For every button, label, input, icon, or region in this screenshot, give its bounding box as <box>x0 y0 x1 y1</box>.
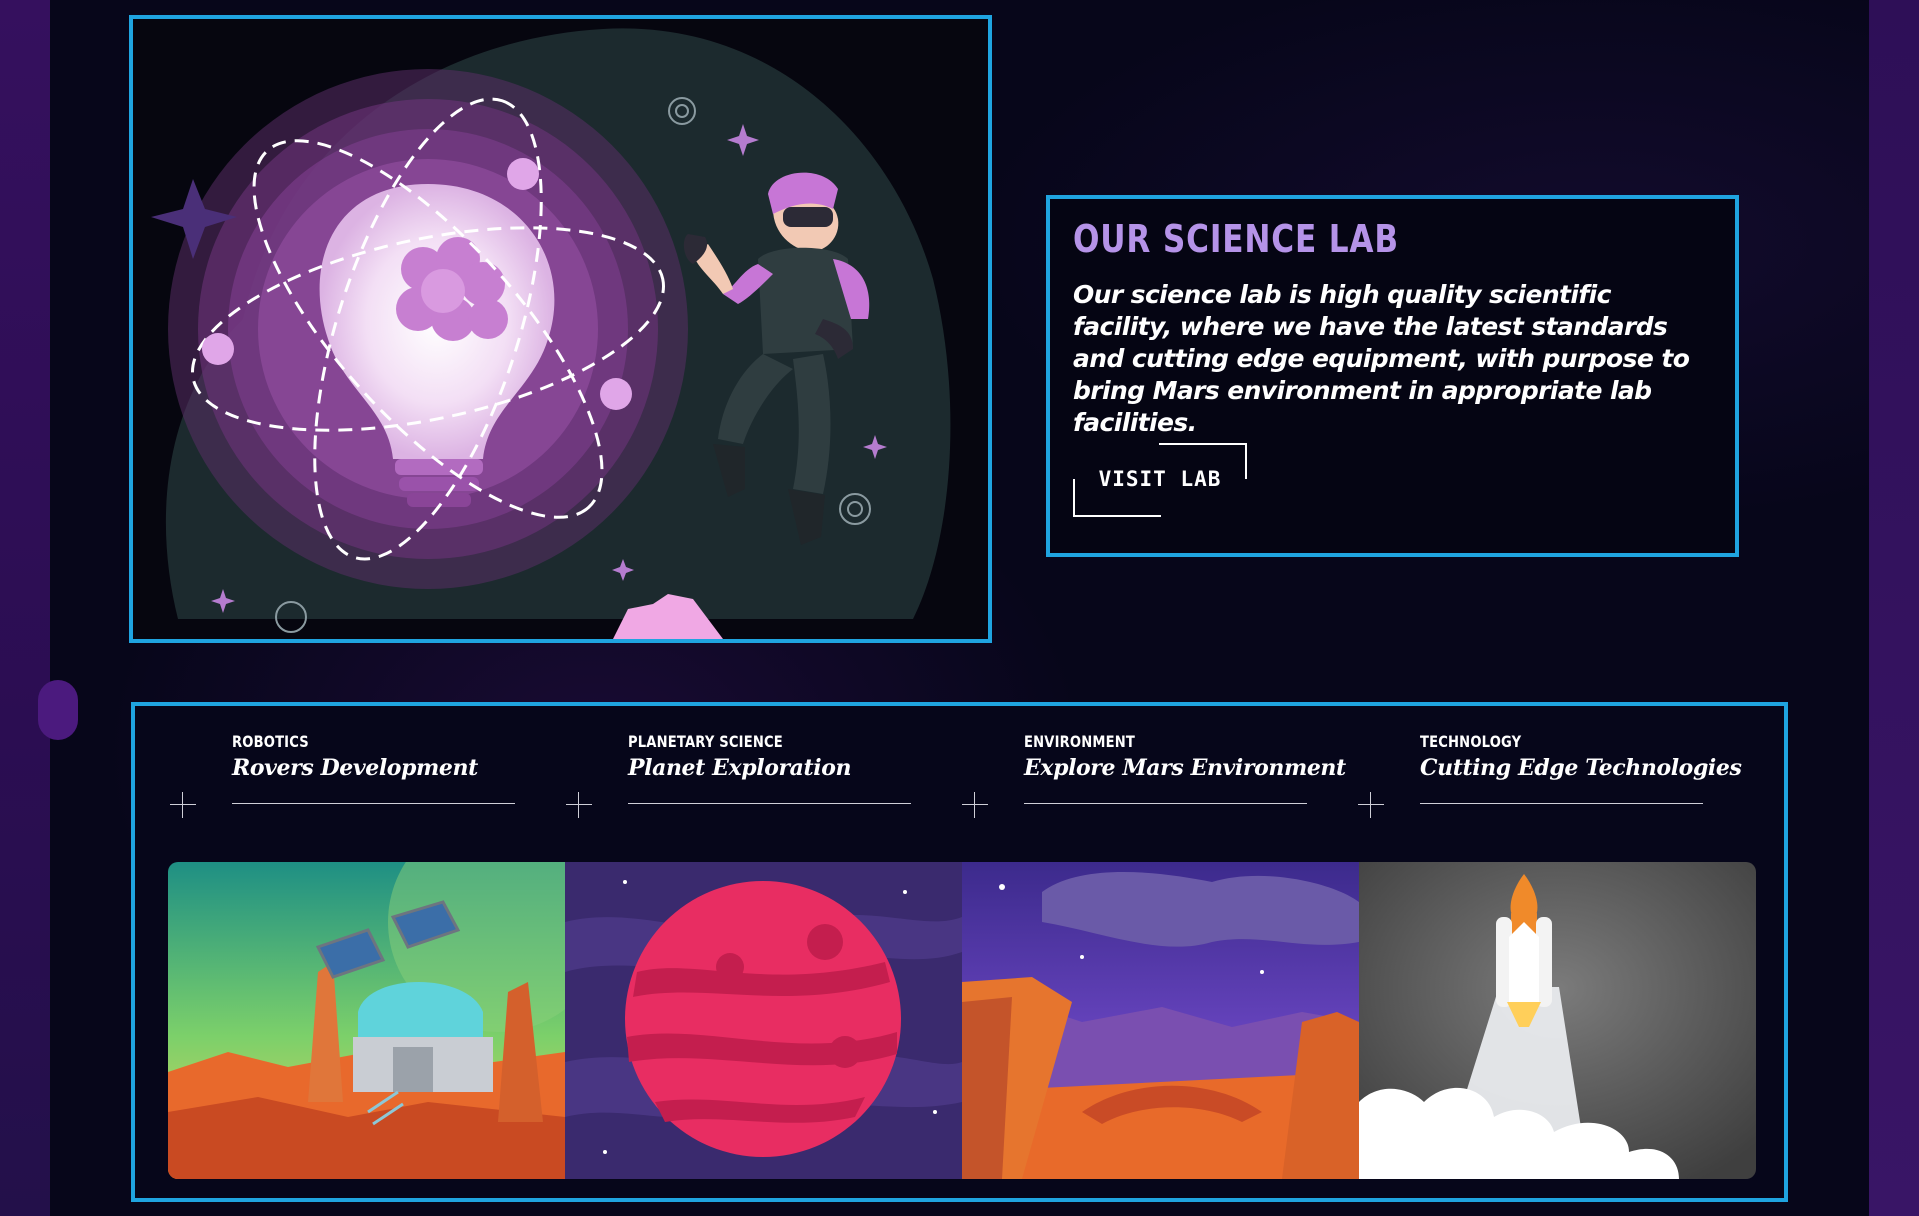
category-tag: PLANETARY SCIENCE <box>628 732 783 751</box>
mars-rover-illustration <box>168 862 565 1179</box>
category-title: Explore Mars Environment <box>1024 755 1346 781</box>
lab-description: Our science lab is high quality scientif… <box>1073 280 1690 437</box>
category-robotics[interactable]: ROBOTICS Rovers Development <box>170 732 522 818</box>
divider <box>1420 803 1703 804</box>
category-tag: ROBOTICS <box>232 732 309 751</box>
page-edge-left <box>0 0 50 1216</box>
visit-lab-button[interactable]: VISIT LAB <box>1073 443 1247 517</box>
divider <box>1024 803 1307 804</box>
lab-title: OUR SCIENCE LAB <box>1073 217 1399 261</box>
divider <box>232 803 515 804</box>
category-title: Planet Exploration <box>628 755 852 781</box>
category-title: Rovers Development <box>232 755 478 781</box>
lightbulb-astronaut-illustration <box>151 28 951 639</box>
visit-lab-label: VISIT LAB <box>1098 467 1222 491</box>
plus-icon[interactable] <box>170 792 196 818</box>
rover-image[interactable] <box>168 862 565 1179</box>
red-planet-illustration <box>565 862 962 1179</box>
research-categories-panel: ROBOTICS Rovers Development PLANETARY SC… <box>131 702 1788 1202</box>
page-edge-right <box>1869 0 1919 1216</box>
category-tag: ENVIRONMENT <box>1024 732 1135 751</box>
plus-icon[interactable] <box>1358 792 1384 818</box>
mars-landscape-illustration <box>962 862 1359 1179</box>
science-lab-illustration <box>129 15 992 643</box>
rocket-launch-illustration <box>1359 862 1756 1179</box>
planet-image[interactable] <box>565 862 962 1179</box>
environment-image[interactable] <box>962 862 1359 1179</box>
category-technology[interactable]: TECHNOLOGY Cutting Edge Technologies <box>1358 732 1742 818</box>
plus-icon[interactable] <box>566 792 592 818</box>
science-lab-card: OUR SCIENCE LAB Our science lab is high … <box>1046 195 1739 557</box>
divider <box>628 803 911 804</box>
technology-image[interactable] <box>1359 862 1756 1179</box>
plus-icon[interactable] <box>962 792 988 818</box>
category-title: Cutting Edge Technologies <box>1420 755 1742 781</box>
category-planetary-science[interactable]: PLANETARY SCIENCE Planet Exploration <box>566 732 918 818</box>
decorative-dot <box>38 680 78 740</box>
category-environment[interactable]: ENVIRONMENT Explore Mars Environment <box>962 732 1346 818</box>
category-tag: TECHNOLOGY <box>1420 732 1522 751</box>
